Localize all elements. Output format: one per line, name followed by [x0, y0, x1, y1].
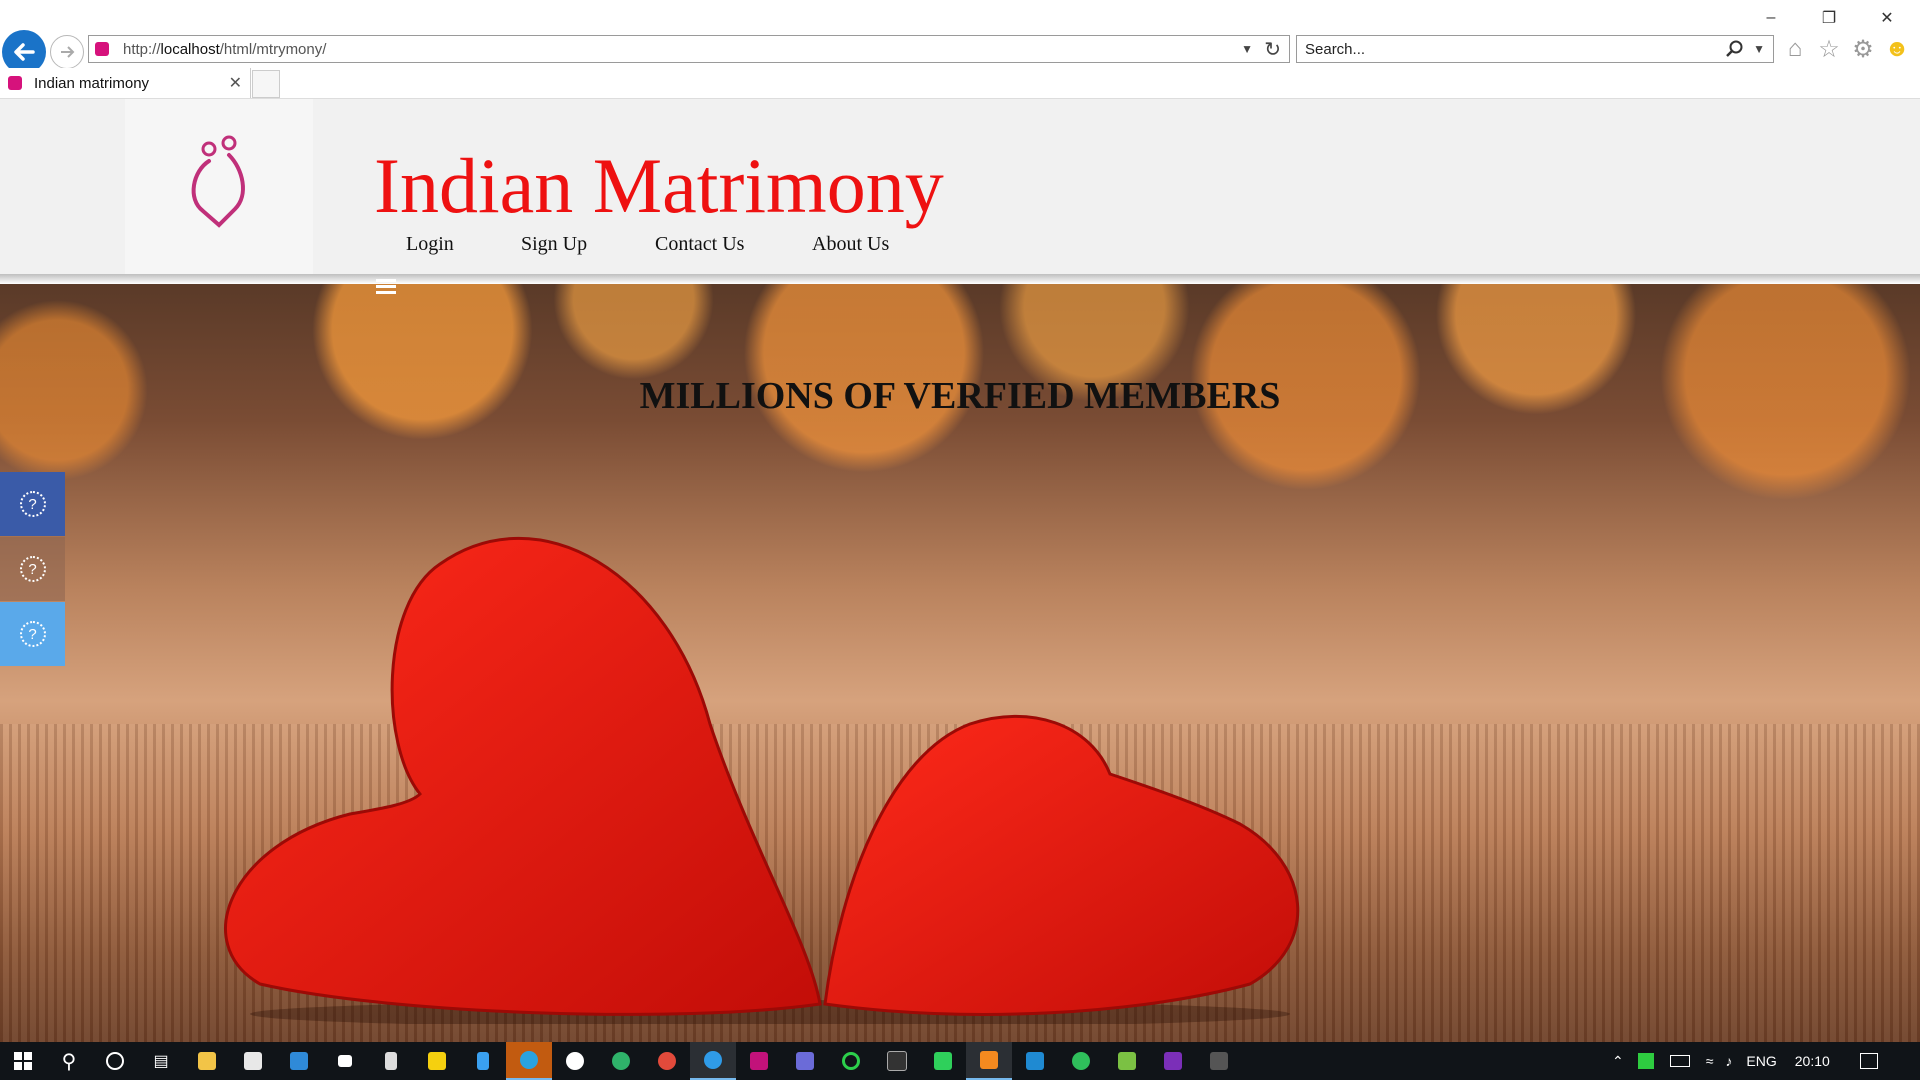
- couple-heart-logo-icon: [191, 135, 245, 228]
- media-player-icon[interactable]: [414, 1042, 460, 1080]
- forward-button[interactable]: [50, 35, 84, 69]
- pycharm-icon[interactable]: [920, 1042, 966, 1080]
- hero-heading: MILLIONS OF VERFIED MEMBERS: [639, 375, 1281, 417]
- feedback-smiley-icon[interactable]: ☻: [1884, 35, 1910, 62]
- app-icon-2[interactable]: [460, 1042, 506, 1080]
- side-help-button-1[interactable]: ?: [0, 472, 65, 536]
- nav-contact-us[interactable]: Contact Us: [655, 233, 744, 256]
- app-icon-1[interactable]: [322, 1042, 368, 1080]
- site-header: Indian Matrimony Login Sign Up Contact U…: [0, 99, 1920, 274]
- cortana-icon[interactable]: [92, 1042, 138, 1080]
- minimize-button[interactable]: –: [1748, 6, 1794, 30]
- side-help-button-3[interactable]: ?: [0, 602, 65, 666]
- internet-explorer-icon[interactable]: [690, 1042, 736, 1080]
- wifi-icon[interactable]: ≈: [1706, 1053, 1714, 1069]
- close-tab-icon[interactable]: ✕: [229, 73, 242, 93]
- telegram-icon[interactable]: [506, 1042, 552, 1080]
- hero-banner: MILLIONS OF VERFIED MEMBERS ? ? ?: [0, 279, 1920, 1042]
- help-circle-icon: ?: [19, 491, 46, 517]
- site-favicon-icon: [95, 42, 109, 56]
- refresh-icon[interactable]: ↻: [1264, 37, 1281, 62]
- site-title: Indian Matrimony: [374, 142, 944, 229]
- help-circle-icon: ?: [19, 556, 46, 582]
- tray-app-icon[interactable]: [1637, 1053, 1654, 1069]
- app-icon-4[interactable]: [782, 1042, 828, 1080]
- address-dropdown-icon[interactable]: ▼: [1241, 42, 1253, 56]
- security-shield-icon[interactable]: [368, 1042, 414, 1080]
- sublime-icon[interactable]: [966, 1042, 1012, 1080]
- browser-toolbar-icons: ⌂ ☆ ⚙ ☻: [1782, 35, 1910, 63]
- store-icon[interactable]: [230, 1042, 276, 1080]
- clock[interactable]: 20:10: [1795, 1053, 1830, 1069]
- arrow-right-icon: [61, 46, 75, 58]
- search-placeholder: Search...: [1305, 41, 1366, 58]
- start-button[interactable]: [0, 1042, 46, 1080]
- tab-title: Indian matrimony: [34, 75, 150, 92]
- settings-gear-icon[interactable]: ⚙: [1850, 36, 1876, 63]
- vscode-icon[interactable]: [1012, 1042, 1058, 1080]
- windows-taskbar: ⚲ ▤ ⌃ ≈ ♪ ENG 20:10: [0, 1042, 1920, 1080]
- red-hearts-image: [224, 536, 1300, 1024]
- notifications-icon[interactable]: [1859, 1053, 1878, 1069]
- volume-icon[interactable]: ♪: [1725, 1053, 1732, 1069]
- search-icon[interactable]: [1725, 39, 1745, 59]
- app-icon-3[interactable]: [736, 1042, 782, 1080]
- url-text: http://localhost/html/mtrymony/: [123, 41, 327, 58]
- address-bar[interactable]: http://localhost/html/mtrymony/ ▼ ↻: [88, 35, 1290, 63]
- onenote-icon[interactable]: [1150, 1042, 1196, 1080]
- search-box[interactable]: Search... ▼: [1296, 35, 1774, 63]
- app-icon-8[interactable]: [1196, 1042, 1242, 1080]
- new-tab-button[interactable]: [252, 70, 280, 98]
- chevron-up-icon[interactable]: ⌃: [1612, 1053, 1624, 1070]
- tab-indian-matrimony[interactable]: Indian matrimony ✕: [0, 68, 251, 98]
- terminal-icon[interactable]: [874, 1042, 920, 1080]
- side-help-button-2[interactable]: ?: [0, 537, 65, 601]
- file-explorer-icon[interactable]: [184, 1042, 230, 1080]
- tab-row: Indian matrimony ✕: [0, 68, 1920, 99]
- hamburger-menu-icon[interactable]: [376, 276, 396, 297]
- arrow-left-icon: [14, 43, 35, 61]
- help-circle-icon: ?: [19, 621, 46, 647]
- task-view-icon[interactable]: ▤: [138, 1042, 184, 1080]
- search-taskbar-icon[interactable]: ⚲: [46, 1042, 92, 1080]
- restore-button[interactable]: ❐: [1806, 6, 1852, 30]
- favorites-star-icon[interactable]: ☆: [1816, 36, 1842, 63]
- battery-icon[interactable]: [1669, 1055, 1690, 1067]
- itunes-icon[interactable]: [552, 1042, 598, 1080]
- home-icon[interactable]: ⌂: [1782, 35, 1808, 62]
- search-dropdown-icon[interactable]: ▼: [1753, 42, 1765, 56]
- browser-titlebar: – ❐ ✕ http://localhost/html/mtrymony/ ▼ …: [0, 0, 1920, 99]
- app-icon-7[interactable]: [1104, 1042, 1150, 1080]
- site-logo[interactable]: [125, 99, 313, 274]
- nav-login[interactable]: Login: [406, 233, 454, 256]
- tab-favicon-icon: [8, 76, 22, 90]
- mail-icon[interactable]: [276, 1042, 322, 1080]
- nav-sign-up[interactable]: Sign Up: [521, 233, 587, 256]
- close-window-button[interactable]: ✕: [1864, 6, 1910, 30]
- windows-logo-icon: [14, 1052, 32, 1070]
- nav-about-us[interactable]: About Us: [812, 233, 889, 256]
- chrome-icon[interactable]: [644, 1042, 690, 1080]
- app-icon-5[interactable]: [828, 1042, 874, 1080]
- edge-icon[interactable]: [598, 1042, 644, 1080]
- system-tray: ⌃ ≈ ♪ ENG 20:10: [1612, 1042, 1878, 1080]
- app-icon-6[interactable]: [1058, 1042, 1104, 1080]
- header-shadow: [0, 274, 1920, 284]
- language-indicator[interactable]: ENG: [1746, 1053, 1776, 1069]
- web-page: Indian Matrimony Login Sign Up Contact U…: [0, 99, 1920, 1042]
